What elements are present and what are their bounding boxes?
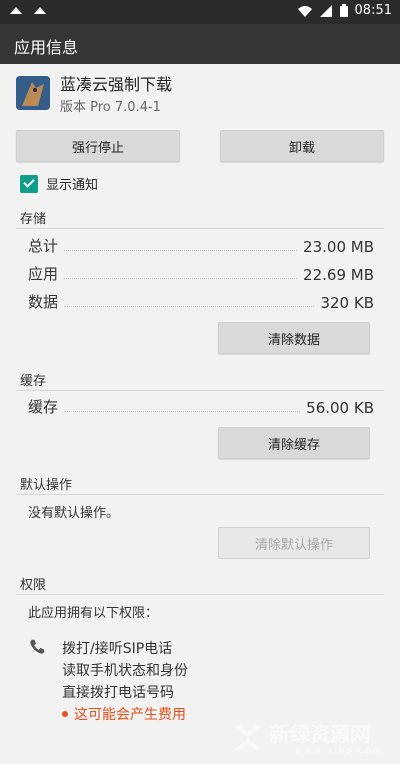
permission-item: 拨打/接听SIP电话 xyxy=(62,641,173,657)
app-version: 版本 Pro 7.0.4-1 xyxy=(60,100,161,115)
storage-app-value: 22.69 MB xyxy=(303,266,374,284)
defaults-note: 没有默认操作。 xyxy=(28,506,120,521)
cache-divider xyxy=(16,390,384,391)
dotted-leader xyxy=(64,306,315,307)
phone-icon xyxy=(30,639,45,654)
permission-item: 读取手机状态和身份 xyxy=(62,663,188,679)
storage-data-value: 320 KB xyxy=(320,294,374,312)
checkbox-checked-icon[interactable] xyxy=(20,174,38,193)
permission-warning: 这可能会产生费用 xyxy=(62,704,186,724)
app-header: 蓝凑云强制下载 版本 Pro 7.0.4-1 xyxy=(16,76,172,115)
app-info-content: 蓝凑云强制下载 版本 Pro 7.0.4-1 强行停止 卸载 显示通知 存储 总… xyxy=(0,64,400,756)
storage-total-label: 总计 xyxy=(28,237,59,255)
defaults-divider xyxy=(16,494,384,495)
show-notifications-label: 显示通知 xyxy=(46,178,99,193)
cache-value: 56.00 KB xyxy=(306,399,374,417)
status-icons-left xyxy=(8,4,48,20)
cache-section-title: 缓存 xyxy=(20,374,47,389)
storage-row-total: 总计 23.00 MB xyxy=(28,235,374,256)
permission-warning-text: 这可能会产生费用 xyxy=(74,707,186,723)
battery-icon xyxy=(339,3,348,17)
storage-row-data: 数据 320 KB xyxy=(28,291,374,312)
wifi-icon xyxy=(297,5,312,17)
permissions-intro: 此应用拥有以下权限： xyxy=(28,606,159,621)
app-bar: 应用信息 xyxy=(0,24,400,64)
app-name: 蓝凑云强制下载 xyxy=(60,75,173,94)
clear-cache-button[interactable]: 清除缓存 xyxy=(218,427,370,459)
watermark-text: 新绿资源网 xyxy=(270,722,370,746)
storage-total-value: 23.00 MB xyxy=(303,238,374,256)
permissions-list: 拨打/接听SIP电话 读取手机状态和身份 直接拨打电话号码 xyxy=(62,638,188,704)
permission-item: 直接拨打电话号码 xyxy=(62,685,174,701)
dotted-leader xyxy=(64,278,298,279)
storage-data-label: 数据 xyxy=(28,293,59,311)
signal-icon xyxy=(319,4,332,17)
show-notifications[interactable]: 显示通知 xyxy=(20,174,98,193)
clear-defaults-button[interactable]: 清除默认操作 xyxy=(218,527,370,559)
android-icon xyxy=(10,7,22,14)
storage-section-title: 存储 xyxy=(20,212,47,227)
app-meta: 蓝凑云强制下载 版本 Pro 7.0.4-1 xyxy=(60,75,173,116)
watermark-logo-icon xyxy=(234,726,262,750)
cache-row: 缓存 56.00 KB xyxy=(28,396,374,417)
page-title: 应用信息 xyxy=(14,38,79,57)
uninstall-button[interactable]: 卸载 xyxy=(220,130,384,162)
force-stop-button[interactable]: 强行停止 xyxy=(16,130,180,162)
cache-label: 缓存 xyxy=(28,398,59,416)
dotted-leader xyxy=(64,411,301,412)
storage-divider xyxy=(16,228,384,229)
watermark-subtext: www.xlhs.com xyxy=(295,746,384,756)
status-icons-right: 08:51 xyxy=(297,3,392,18)
dotted-leader xyxy=(64,250,298,251)
clear-data-button[interactable]: 清除数据 xyxy=(218,322,370,354)
storage-row-app: 应用 22.69 MB xyxy=(28,263,374,284)
android-icon xyxy=(34,7,46,14)
permissions-section-title: 权限 xyxy=(20,578,47,593)
status-bar: 08:51 xyxy=(0,0,400,24)
permissions-divider xyxy=(16,594,384,595)
warning-dot-icon xyxy=(62,711,68,717)
status-time: 08:51 xyxy=(354,3,392,18)
storage-app-label: 应用 xyxy=(28,265,59,283)
defaults-section-title: 默认操作 xyxy=(20,478,73,493)
app-logo-icon xyxy=(16,76,50,110)
watermark: 新绿资源网 www.xlhs.com xyxy=(230,714,390,764)
